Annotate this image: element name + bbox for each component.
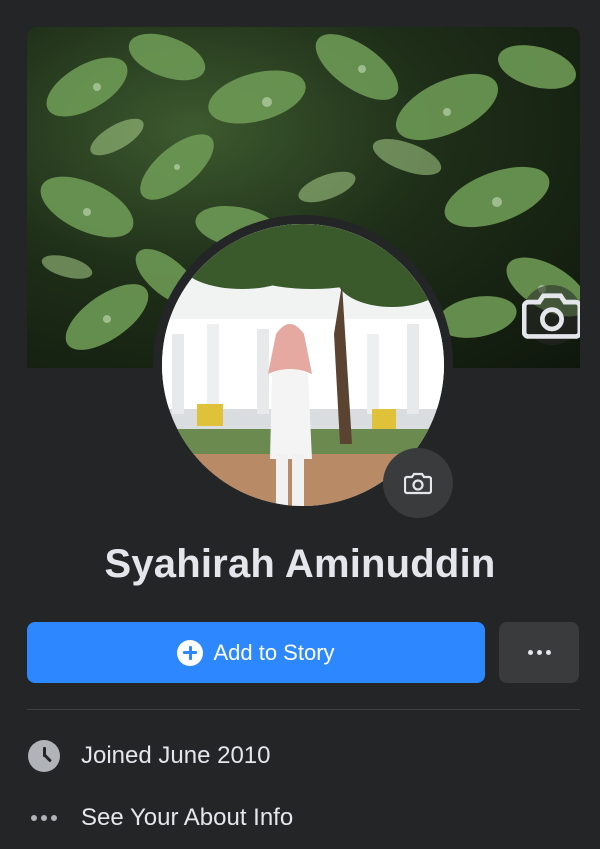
camera-icon [522,293,580,339]
more-options-button[interactable] [499,622,579,683]
ellipsis-icon [31,815,57,821]
clock-icon [28,740,60,772]
profile-camera-button[interactable] [383,448,453,518]
see-about-info-row[interactable]: See Your About Info [27,798,293,838]
see-about-info-link[interactable]: See Your About Info [81,804,293,832]
joined-info-row: Joined June 2010 [27,736,271,776]
ellipsis-icon [527,650,551,655]
joined-text: Joined June 2010 [81,742,271,769]
plus-circle-icon [177,639,204,666]
camera-icon [404,472,432,495]
divider [27,709,580,710]
add-to-story-button[interactable]: Add to Story [27,622,485,683]
cover-camera-button[interactable] [522,285,580,345]
add-to-story-label: Add to Story [213,639,335,665]
profile-name: Syahirah Aminuddin [104,542,496,586]
